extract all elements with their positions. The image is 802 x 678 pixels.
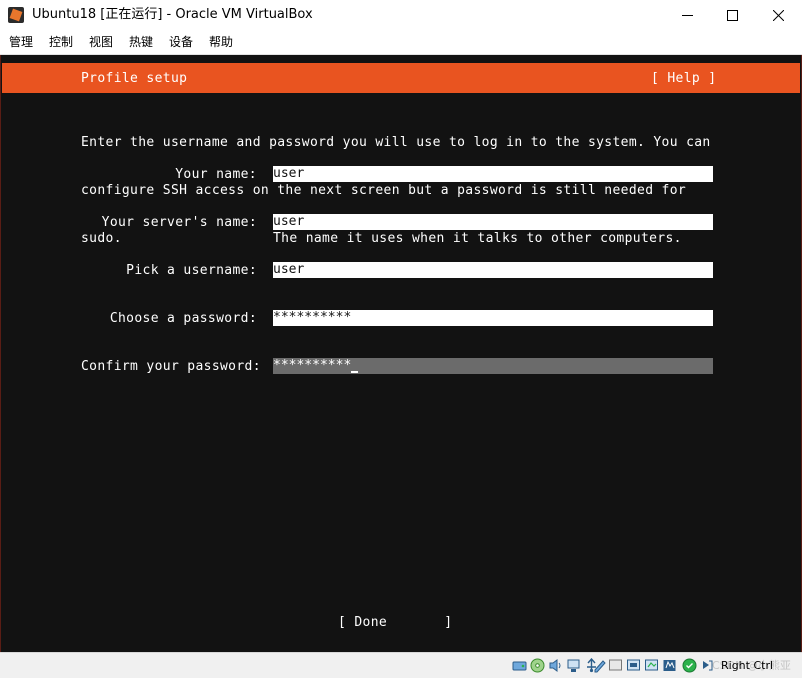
username-label: Pick a username: xyxy=(126,263,257,278)
audio-icon[interactable] xyxy=(548,658,563,673)
hard-disk-icon[interactable] xyxy=(512,658,527,673)
intro-line: configure SSH access on the next screen … xyxy=(81,183,687,198)
title-bar: Ubuntu18 [正在运行] - Oracle VM VirtualBox xyxy=(0,0,802,31)
minimize-button[interactable] xyxy=(664,0,710,31)
server-name-value: user xyxy=(273,214,305,229)
window-title: Ubuntu18 [正在运行] - Oracle VM VirtualBox xyxy=(32,7,313,22)
host-key-label[interactable]: Right Ctrl xyxy=(721,658,773,673)
password-field[interactable]: ********** xyxy=(273,310,713,326)
server-name-field[interactable]: user xyxy=(273,214,713,230)
confirm-password-value: ********** xyxy=(273,358,352,373)
minimize-icon xyxy=(682,15,693,16)
vm-console[interactable]: Profile setup [ Help ] Enter the usernam… xyxy=(0,55,802,652)
menu-item-hotkeys[interactable]: 热键 xyxy=(128,34,154,50)
maximize-button[interactable] xyxy=(710,0,756,31)
maximize-icon xyxy=(727,10,738,21)
video-capture-icon[interactable] xyxy=(626,658,641,673)
mouse-integration-icon[interactable] xyxy=(662,658,677,673)
menu-item-manage[interactable]: 管理 xyxy=(8,34,34,50)
server-name-label: Your server's name: xyxy=(101,215,257,230)
your-name-label: Your name: xyxy=(175,167,257,182)
console-edge-left xyxy=(0,55,1,652)
menu-item-view[interactable]: 视图 xyxy=(88,34,114,50)
password-value: ********** xyxy=(273,310,352,325)
menu-bar: 管理 控制 视图 热键 设备 帮助 xyxy=(0,31,802,55)
server-name-hint: The name it uses when it talks to other … xyxy=(273,231,682,246)
close-icon xyxy=(773,10,784,21)
keyboard-icon[interactable] xyxy=(682,658,697,673)
password-label: Choose a password: xyxy=(109,311,257,326)
display-icon[interactable] xyxy=(608,658,623,673)
virtualbox-app-icon xyxy=(8,7,24,23)
username-value: user xyxy=(273,262,305,277)
network-icon[interactable] xyxy=(566,658,581,673)
username-field[interactable]: user xyxy=(273,262,713,278)
cpu-icon[interactable] xyxy=(644,658,659,673)
text-cursor xyxy=(351,371,359,373)
intro-line: Enter the username and password you will… xyxy=(81,135,711,150)
optical-drive-icon[interactable] xyxy=(530,658,545,673)
menu-item-help[interactable]: 帮助 xyxy=(208,34,234,50)
your-name-value: user xyxy=(273,166,305,181)
shared-folders-icon[interactable] xyxy=(592,658,607,673)
confirm-password-label: Confirm your password: xyxy=(81,359,261,374)
done-button[interactable]: [ Done ] xyxy=(338,615,452,631)
menu-item-control[interactable]: 控制 xyxy=(48,34,74,50)
your-name-field[interactable]: user xyxy=(273,166,713,182)
help-button[interactable]: [ Help ] xyxy=(651,71,716,87)
intro-text: Enter the username and password you will… xyxy=(81,103,721,279)
status-bar: CSDN @小熊亚 Right Ctrl xyxy=(0,652,802,678)
page-title: Profile setup xyxy=(81,71,188,86)
menu-item-devices[interactable]: 设备 xyxy=(168,34,194,50)
close-button[interactable] xyxy=(756,0,802,31)
host-key-arrow-icon xyxy=(703,660,713,671)
confirm-password-field[interactable]: ********** xyxy=(273,358,713,374)
